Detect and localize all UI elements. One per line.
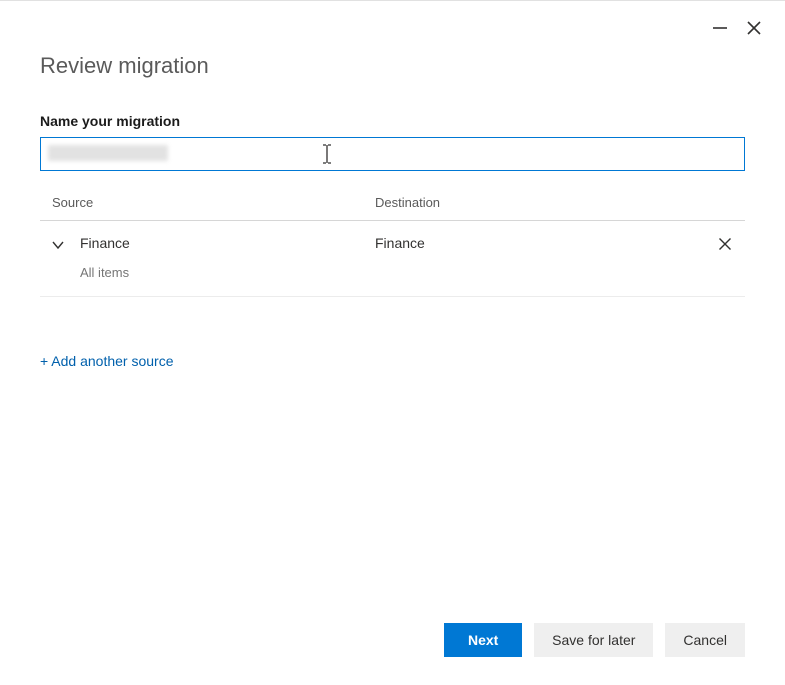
- remove-row-icon[interactable]: [718, 237, 732, 251]
- column-header-source: Source: [40, 195, 375, 210]
- save-for-later-button[interactable]: Save for later: [534, 623, 653, 657]
- source-detail: All items: [80, 265, 375, 280]
- migration-review-panel: Review migration Name your migration Sou…: [0, 0, 785, 685]
- source-name: Finance: [80, 235, 375, 251]
- column-header-destination: Destination: [375, 195, 745, 210]
- close-icon[interactable]: [745, 19, 763, 37]
- next-button[interactable]: Next: [444, 623, 522, 657]
- table-header-row: Source Destination: [40, 195, 745, 221]
- chevron-down-icon[interactable]: [50, 237, 66, 253]
- minimize-icon[interactable]: [711, 19, 729, 37]
- footer-actions: Next Save for later Cancel: [444, 623, 745, 657]
- table-row: Finance All items Finance: [40, 221, 745, 297]
- migration-table: Source Destination Finance All items Fin…: [40, 195, 745, 297]
- page-title: Review migration: [40, 53, 745, 79]
- add-another-source-link[interactable]: + Add another source: [40, 353, 174, 369]
- destination-name: Finance: [375, 235, 705, 251]
- cancel-button[interactable]: Cancel: [665, 623, 745, 657]
- window-controls: [711, 19, 763, 37]
- migration-name-input[interactable]: [40, 137, 745, 171]
- name-field-label: Name your migration: [40, 113, 745, 129]
